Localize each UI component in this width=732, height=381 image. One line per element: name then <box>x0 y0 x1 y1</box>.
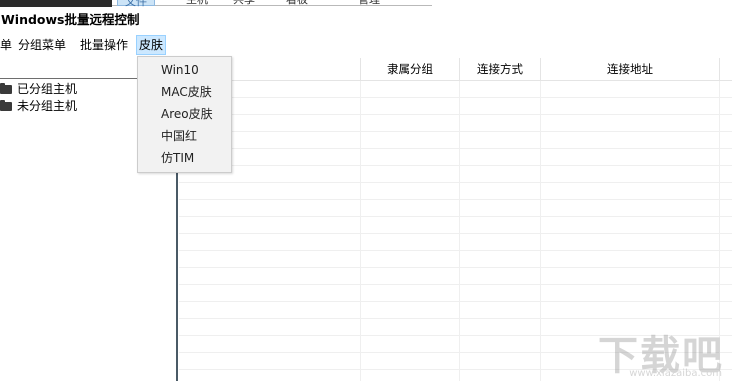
tab-manage[interactable]: 管理 <box>358 0 380 6</box>
skin-option-win10[interactable]: Win10 <box>138 59 231 81</box>
tree-node-ungrouped[interactable]: 未分组主机 <box>0 98 77 114</box>
top-tab-strip: 文件 主机 共享 看板 管理 <box>0 0 732 8</box>
skin-option-areo[interactable]: Areo皮肤 <box>138 103 231 125</box>
folder-icon <box>0 99 12 111</box>
top-strip-dark-area <box>0 0 112 7</box>
menu-item-truncated[interactable]: 单 <box>0 35 14 55</box>
tab-strip-line <box>112 0 432 6</box>
tab-share[interactable]: 共享 <box>233 0 255 6</box>
column-divider <box>540 81 541 381</box>
tab-file[interactable]: 文件 <box>117 0 155 8</box>
folder-icon <box>0 82 12 94</box>
menu-skin[interactable]: 皮肤 <box>136 35 167 55</box>
column-header-group[interactable]: 隶属分组 <box>361 58 460 80</box>
tree-node-grouped[interactable]: 已分组主机 <box>0 81 77 97</box>
tab-host[interactable]: 主机 <box>186 0 208 6</box>
menu-group[interactable]: 分组菜单 <box>16 35 68 55</box>
window-title: Windows批量远程控制 <box>1 12 140 27</box>
watermark-url: www.xiazaiba.com <box>629 368 722 379</box>
tree-node-label: 已分组主机 <box>17 82 78 96</box>
skin-option-mac[interactable]: MAC皮肤 <box>138 81 231 103</box>
menubar: 单 分组菜单 批量操作 皮肤 <box>0 35 732 55</box>
column-divider <box>360 81 361 381</box>
skin-dropdown-menu: Win10 MAC皮肤 Areo皮肤 中国红 仿TIM <box>137 56 232 173</box>
watermark-logo: 下载吧 www.xiazaiba.com <box>586 323 726 379</box>
column-divider <box>459 81 460 381</box>
grid-header: 隶属分组 连接方式 连接地址 <box>179 58 732 81</box>
menu-batch[interactable]: 批量操作 <box>78 35 130 55</box>
column-header-address[interactable]: 连接地址 <box>541 58 720 80</box>
tree-node-label: 未分组主机 <box>17 99 78 113</box>
tab-board[interactable]: 看板 <box>286 0 308 6</box>
skin-option-tim[interactable]: 仿TIM <box>138 147 231 169</box>
column-header-connection-type[interactable]: 连接方式 <box>460 58 541 80</box>
skin-option-china-red[interactable]: 中国红 <box>138 125 231 147</box>
